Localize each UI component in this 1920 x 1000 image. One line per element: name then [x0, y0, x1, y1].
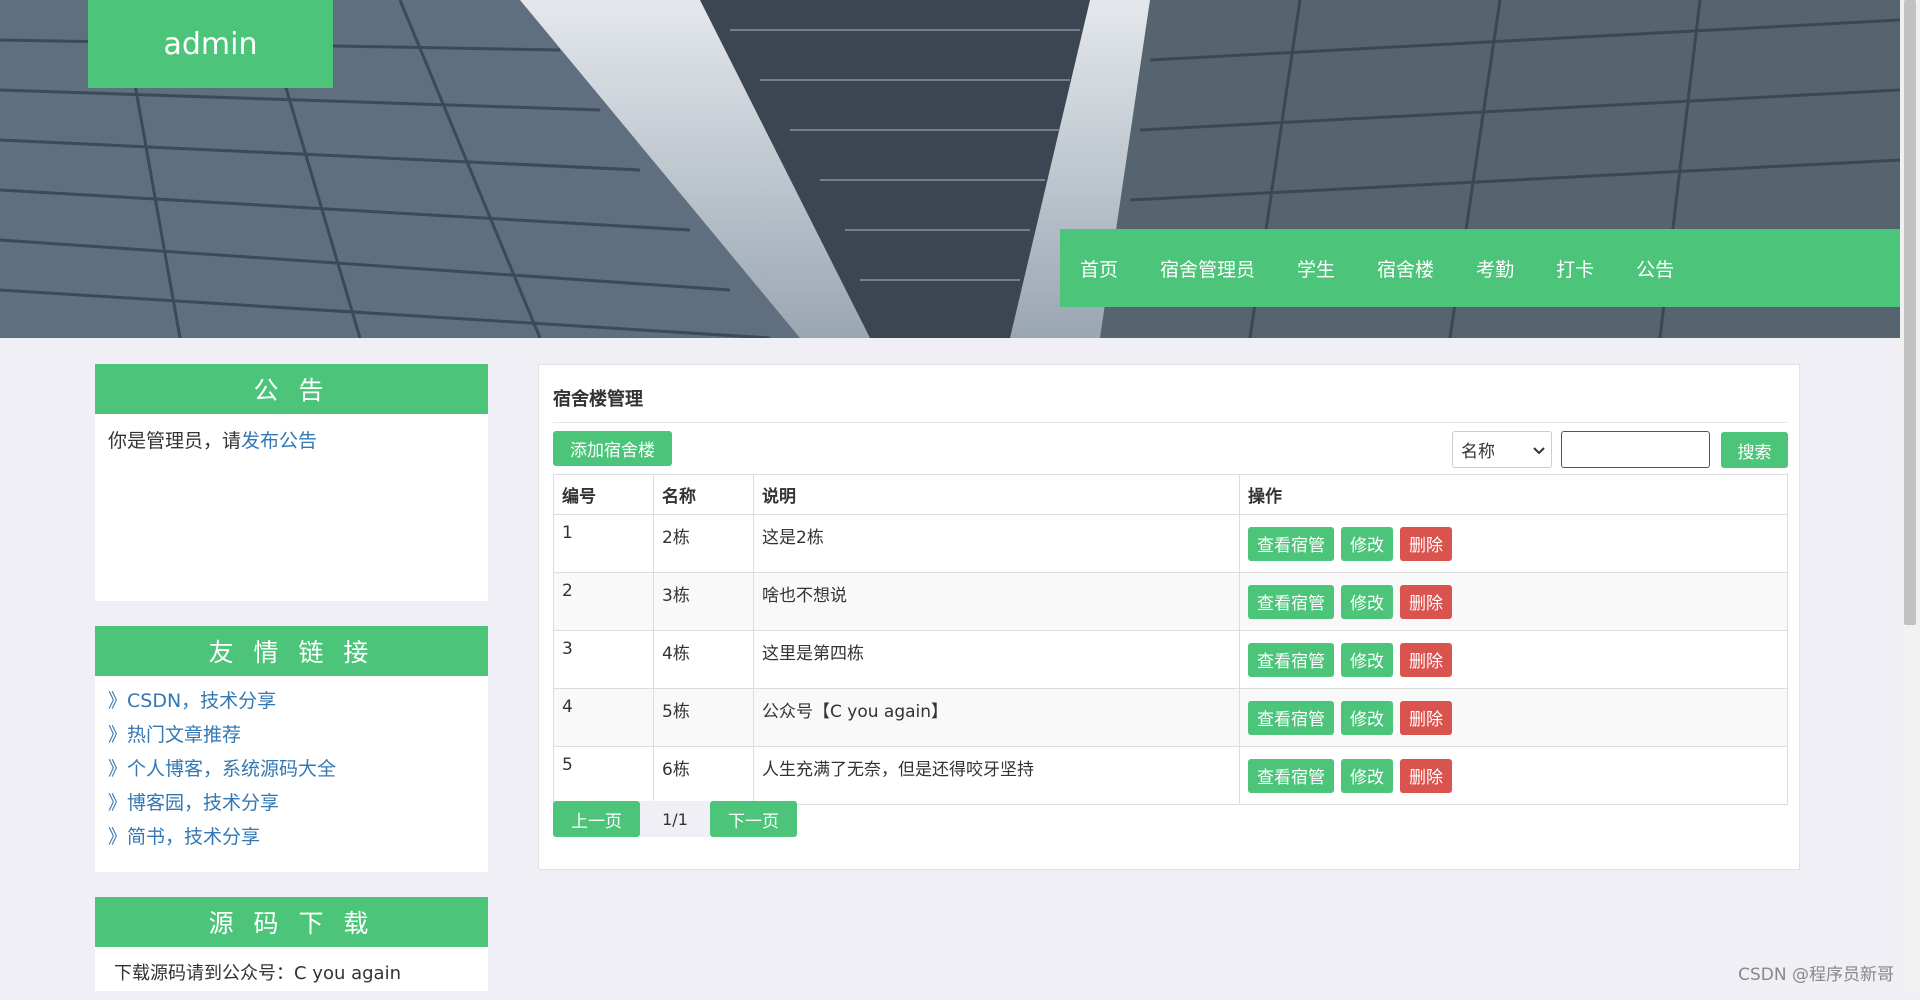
cell-id: 4 [553, 688, 654, 747]
edit-button[interactable]: 修改 [1341, 758, 1393, 793]
table-row: 4 5栋 公众号【C you again】 查看宿管 修改 删除 [553, 688, 1788, 747]
nav-dorm-managers[interactable]: 宿舍管理员 [1160, 255, 1255, 282]
edit-button[interactable]: 修改 [1341, 584, 1393, 619]
nav-students[interactable]: 学生 [1297, 255, 1335, 282]
friend-links-title: 友 情 链 接 [95, 626, 488, 676]
column-header-actions: 操作 [1239, 474, 1788, 515]
brand-logo[interactable]: admin [88, 0, 333, 88]
cell-name: 5栋 [653, 688, 754, 747]
delete-button[interactable]: 删除 [1400, 584, 1452, 619]
delete-button[interactable]: 删除 [1400, 700, 1452, 735]
cell-description: 啥也不想说 [753, 572, 1240, 631]
delete-button[interactable]: 删除 [1400, 642, 1452, 677]
chevron-down-icon [1533, 440, 1545, 460]
notice-body: 你是管理员，请发布公告 [95, 414, 488, 469]
cell-description: 公众号【C you again】 [753, 688, 1240, 747]
notice-title: 公 告 [95, 364, 488, 414]
view-manager-button[interactable]: 查看宿管 [1248, 526, 1334, 561]
table-row: 5 6栋 人生充满了无奈，但是还得咬牙坚持 查看宿管 修改 删除 [553, 746, 1788, 805]
page-scrollbar[interactable] [1900, 0, 1920, 991]
friend-links-list: 》CSDN，技术分享 》热门文章推荐 》个人博客，系统源码大全 》博客园，技术分… [95, 676, 488, 862]
view-manager-button[interactable]: 查看宿管 [1248, 758, 1334, 793]
page-indicator: 1/1 [640, 801, 710, 837]
search-field-value: 名称 [1461, 442, 1495, 462]
edit-button[interactable]: 修改 [1341, 642, 1393, 677]
cell-name: 2栋 [653, 514, 754, 573]
nav-attendance[interactable]: 考勤 [1476, 255, 1514, 282]
notice-box: 公 告 你是管理员，请发布公告 [95, 364, 488, 601]
table-row: 2 3栋 啥也不想说 查看宿管 修改 删除 [553, 572, 1788, 631]
delete-button[interactable]: 删除 [1400, 758, 1452, 793]
view-manager-button[interactable]: 查看宿管 [1248, 584, 1334, 619]
cell-actions: 查看宿管 修改 删除 [1239, 572, 1788, 631]
cell-actions: 查看宿管 修改 删除 [1239, 514, 1788, 573]
nav-dorm-buildings[interactable]: 宿舍楼 [1377, 255, 1434, 282]
cell-id: 1 [553, 514, 654, 573]
cell-description: 这里是第四栋 [753, 630, 1240, 689]
friend-link-hot-articles[interactable]: 》热门文章推荐 [108, 718, 475, 752]
notice-text: 你是管理员，请 [108, 430, 242, 452]
header-banner: admin 首页 宿舍管理员 学生 宿舍楼 考勤 打卡 公告 [0, 0, 1900, 338]
table-row: 1 2栋 这是2栋 查看宿管 修改 删除 [553, 514, 1788, 573]
friend-link-csdn[interactable]: 》CSDN，技术分享 [108, 684, 475, 718]
cell-actions: 查看宿管 修改 删除 [1239, 688, 1788, 747]
column-header-id: 编号 [553, 474, 654, 515]
nav-home[interactable]: 首页 [1080, 255, 1118, 282]
friend-link-cnblogs[interactable]: 》博客园，技术分享 [108, 786, 475, 820]
view-manager-button[interactable]: 查看宿管 [1248, 642, 1334, 677]
scrollbar-thumb[interactable] [1904, 0, 1916, 625]
friend-link-blog[interactable]: 》个人博客，系统源码大全 [108, 752, 475, 786]
next-page-button[interactable]: 下一页 [710, 801, 797, 837]
download-box: 源 码 下 载 下载源码请到公众号：C you again [95, 897, 488, 991]
cell-name: 3栋 [653, 572, 754, 631]
publish-notice-link[interactable]: 发布公告 [241, 430, 317, 452]
cell-id: 3 [553, 630, 654, 689]
view-manager-button[interactable]: 查看宿管 [1248, 700, 1334, 735]
search-button[interactable]: 搜索 [1721, 432, 1788, 468]
download-text: 下载源码请到公众号：C you again [114, 963, 401, 984]
search-field-select[interactable]: 名称 [1452, 431, 1552, 468]
watermark-text: CSDN @程序员新哥 [1738, 965, 1894, 985]
cell-description: 这是2栋 [753, 514, 1240, 573]
table-row: 3 4栋 这里是第四栋 查看宿管 修改 删除 [553, 630, 1788, 689]
search-input[interactable] [1561, 431, 1710, 468]
title-divider [553, 422, 1787, 423]
pagination: 上一页 1/1 下一页 [553, 801, 797, 837]
friend-link-jianshu[interactable]: 》简书，技术分享 [108, 820, 475, 854]
cell-name: 4栋 [653, 630, 754, 689]
page-title: 宿舍楼管理 [553, 389, 643, 410]
table-header-row: 编号 名称 说明 操作 [553, 474, 1788, 515]
top-nav: 首页 宿舍管理员 学生 宿舍楼 考勤 打卡 公告 [1060, 229, 1900, 307]
nav-announcements[interactable]: 公告 [1636, 255, 1674, 282]
prev-page-button[interactable]: 上一页 [553, 801, 640, 837]
cell-actions: 查看宿管 修改 删除 [1239, 746, 1788, 805]
cell-actions: 查看宿管 修改 删除 [1239, 630, 1788, 689]
cell-description: 人生充满了无奈，但是还得咬牙坚持 [753, 746, 1240, 805]
friend-links-box: 友 情 链 接 》CSDN，技术分享 》热门文章推荐 》个人博客，系统源码大全 … [95, 626, 488, 872]
dorm-building-panel: 宿舍楼管理 添加宿舍楼 名称 搜索 编号 名称 说明 操作 1 2栋 这是2栋 … [538, 364, 1800, 870]
cell-id: 5 [553, 746, 654, 805]
edit-button[interactable]: 修改 [1341, 526, 1393, 561]
nav-checkin[interactable]: 打卡 [1556, 255, 1594, 282]
cell-name: 6栋 [653, 746, 754, 805]
column-header-name: 名称 [653, 474, 754, 515]
column-header-description: 说明 [753, 474, 1240, 515]
edit-button[interactable]: 修改 [1341, 700, 1393, 735]
add-building-button[interactable]: 添加宿舍楼 [553, 431, 672, 466]
buildings-table: 编号 名称 说明 操作 1 2栋 这是2栋 查看宿管 修改 删除 2 3栋 啥也不想… [553, 474, 1788, 805]
delete-button[interactable]: 删除 [1400, 526, 1452, 561]
download-title: 源 码 下 载 [95, 897, 488, 947]
cell-id: 2 [553, 572, 654, 631]
